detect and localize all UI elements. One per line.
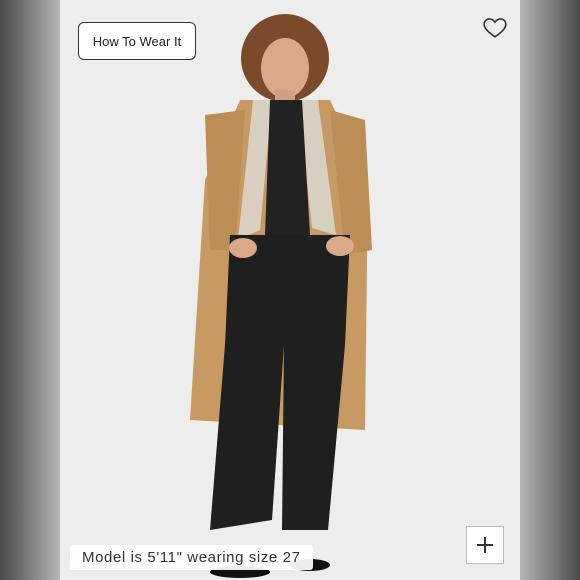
model-figure [190,14,372,578]
zoom-button[interactable] [466,526,504,564]
right-blur-border [520,0,580,580]
model-size-caption: Model is 5'11" wearing size 27 [70,545,313,570]
how-to-wear-button[interactable]: How To Wear It [78,22,196,60]
heart-icon[interactable] [482,14,508,40]
plus-icon [477,537,493,553]
heart-icon-svg [483,18,507,38]
product-image: How To Wear It Model is 5'11" wearing si… [60,0,520,580]
left-blur-border [0,0,60,580]
